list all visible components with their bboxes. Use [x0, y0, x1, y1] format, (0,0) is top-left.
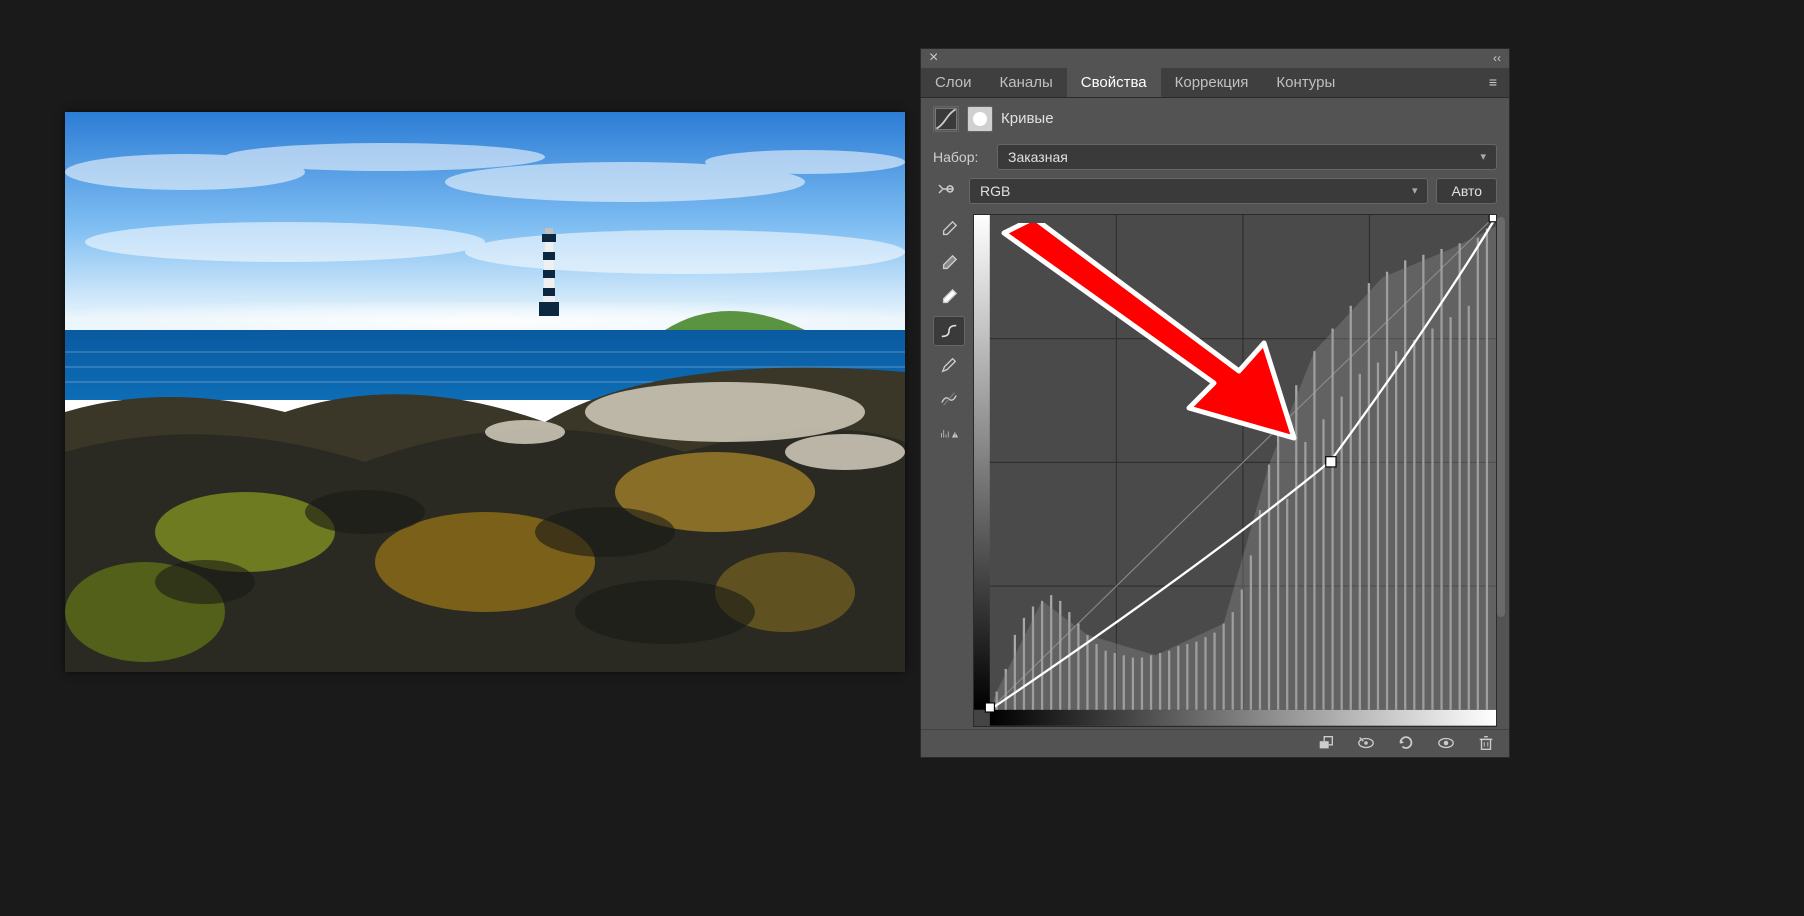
channel-dropdown[interactable]: RGB▾	[969, 178, 1428, 204]
document-canvas[interactable]	[65, 112, 905, 672]
tab-layers[interactable]: Слои	[921, 68, 985, 97]
smooth-curve-icon[interactable]	[933, 384, 965, 414]
properties-panel: × ‹‹ Слои Каналы Свойства Коррекция Конт…	[920, 48, 1510, 758]
tab-channels[interactable]: Каналы	[985, 68, 1066, 97]
chevron-down-icon: ▾	[1480, 150, 1486, 163]
curves-icon	[933, 106, 959, 132]
auto-button[interactable]: Авто	[1436, 178, 1497, 204]
curve-midpoint[interactable]	[1326, 457, 1336, 467]
pencil-tool-icon[interactable]	[933, 350, 965, 380]
eyedropper-gray-icon[interactable]	[933, 248, 965, 278]
panel-scrollbar[interactable]	[1497, 217, 1505, 617]
reset-icon[interactable]	[1393, 730, 1419, 756]
targeted-adjustment-icon[interactable]	[933, 179, 961, 202]
panel-footer	[921, 729, 1509, 757]
curves-graph[interactable]	[973, 214, 1497, 727]
eyedropper-white-icon[interactable]	[933, 282, 965, 312]
adjustment-type-title: Кривые	[1001, 110, 1054, 127]
chevron-down-icon: ▾	[1412, 184, 1418, 197]
curve-point-tool-icon[interactable]	[933, 316, 965, 346]
clip-to-layer-icon[interactable]	[1313, 730, 1339, 756]
close-icon[interactable]: ×	[929, 49, 938, 67]
visibility-icon[interactable]	[1433, 730, 1459, 756]
layer-mask-icon	[967, 106, 993, 132]
histogram-warning-icon[interactable]: !	[933, 418, 965, 448]
panel-menu-icon[interactable]: ≡	[1477, 74, 1509, 90]
eyedropper-black-icon[interactable]	[933, 214, 965, 244]
collapse-icon[interactable]: ‹‹	[1493, 51, 1501, 65]
tab-properties[interactable]: Свойства	[1067, 68, 1161, 97]
trash-icon[interactable]	[1473, 730, 1499, 756]
preset-label: Набор:	[933, 149, 989, 165]
panel-tabs: Слои Каналы Свойства Коррекция Контуры ≡	[921, 68, 1509, 98]
tab-adjustments[interactable]: Коррекция	[1161, 68, 1263, 97]
tab-paths[interactable]: Контуры	[1262, 68, 1349, 97]
view-previous-icon[interactable]	[1353, 730, 1379, 756]
preset-dropdown[interactable]: Заказная▾	[997, 144, 1497, 170]
